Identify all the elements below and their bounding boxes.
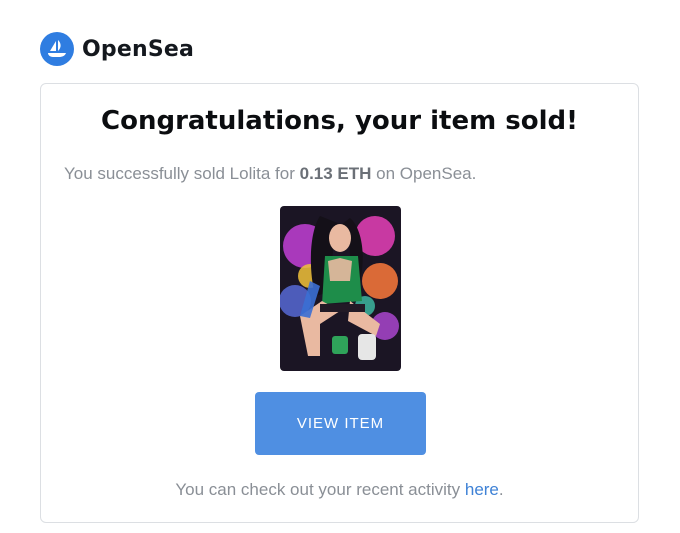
header: OpenSea xyxy=(40,32,194,66)
footer-suffix: . xyxy=(498,480,504,499)
footer-prefix: You can check out your recent activity xyxy=(175,480,465,499)
sale-summary-prefix: You successfully sold Lolita for xyxy=(64,164,300,183)
sale-summary: You successfully sold Lolita for 0.13 ET… xyxy=(64,164,476,184)
recent-activity-link[interactable]: here xyxy=(465,480,499,499)
opensea-logo-icon[interactable] xyxy=(40,32,74,66)
view-item-button[interactable]: VIEW ITEM xyxy=(255,392,426,455)
card-title: Congratulations, your item sold! xyxy=(101,106,578,136)
sale-notification-card: Congratulations, your item sold! You suc… xyxy=(40,83,639,523)
sale-amount: 0.13 ETH xyxy=(299,164,372,183)
nft-artwork-image[interactable] xyxy=(280,206,401,371)
sale-summary-suffix: on OpenSea. xyxy=(371,164,477,183)
recent-activity-note: You can check out your recent activity h… xyxy=(41,480,638,500)
brand-name: OpenSea xyxy=(82,36,195,62)
